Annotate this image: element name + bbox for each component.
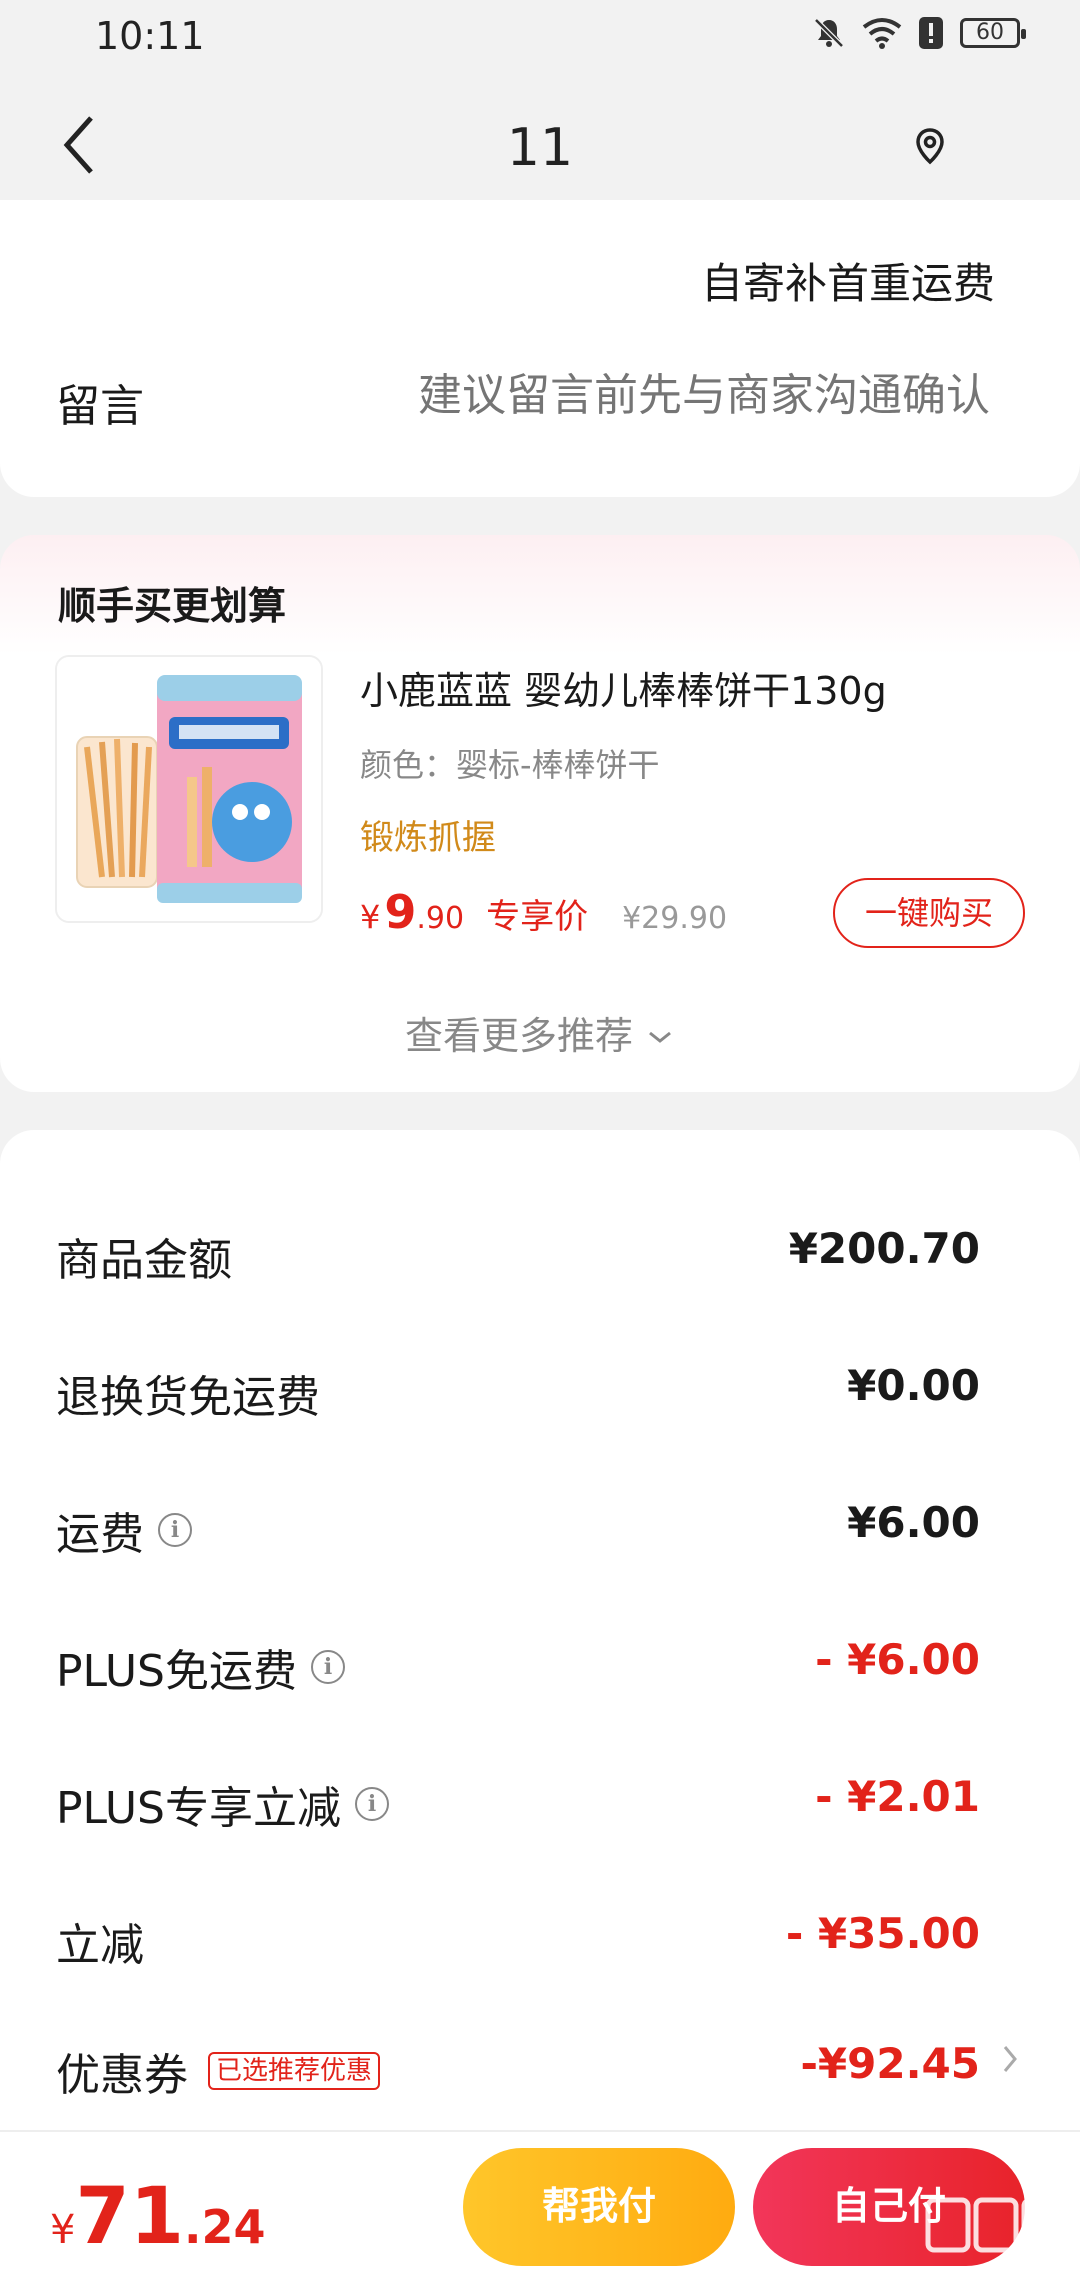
location-pin-icon[interactable]: [910, 126, 950, 166]
fee-label-goods: 商品金额: [56, 1235, 232, 1286]
fee-label-plus-free-ship: PLUS免运费: [56, 1646, 297, 1697]
info-icon[interactable]: i: [158, 1513, 192, 1547]
fee-label-return: 退换货免运费: [56, 1372, 320, 1423]
fee-value-coupon: -¥92.45: [800, 2039, 980, 2088]
mute-bell-icon: [814, 18, 844, 48]
watermark-logo: [925, 2197, 1063, 2253]
product-tag: 锻炼抓握: [360, 818, 496, 858]
total-integer: 71: [75, 2172, 184, 2262]
product-name[interactable]: 小鹿蓝蓝 婴幼儿棒棒饼干130g: [360, 660, 887, 715]
battery-icon: 60: [960, 18, 1026, 48]
fee-row-shipping: 运费 i ¥6.00: [0, 1484, 1080, 1564]
one-click-buy-button[interactable]: 一键购买: [833, 878, 1025, 948]
product-price: ¥ 9 .90 专享价 ¥29.90: [360, 885, 727, 939]
biscuit-can-image: [57, 657, 321, 921]
price-currency: ¥: [360, 898, 381, 936]
order-info-card: 自寄补首重运费 留言: [0, 200, 1080, 497]
more-recommend-link[interactable]: 查看更多推荐: [0, 1005, 1080, 1060]
info-icon[interactable]: i: [355, 1787, 389, 1821]
original-price: ¥29.90: [622, 901, 728, 936]
fee-row-plus-free-ship: PLUS免运费 i - ¥6.00: [0, 1621, 1080, 1701]
chevron-right-icon[interactable]: [1000, 2041, 1020, 2077]
fee-row-plus-discount: PLUS专享立减 i - ¥2.01: [0, 1758, 1080, 1838]
coupon-badge: 已选推荐优惠: [208, 2052, 381, 2090]
recommend-title: 顺手买更划算: [58, 584, 287, 628]
fee-value-plus-free-ship: - ¥6.00: [815, 1635, 980, 1684]
shipping-note: 自寄补首重运费: [700, 259, 995, 308]
fee-value-discount: - ¥35.00: [785, 1909, 980, 1958]
fee-label-coupon: 优惠券: [56, 2050, 188, 2101]
status-time: 10:11: [95, 14, 205, 58]
fee-value-plus-discount: - ¥2.01: [815, 1772, 980, 1821]
more-recommend-label: 查看更多推荐: [404, 1014, 633, 1058]
fee-value-return: ¥0.00: [847, 1361, 980, 1410]
total-decimal: .24: [184, 2200, 266, 2254]
total-currency: ¥: [50, 2207, 76, 2253]
fee-row-discount: 立减 - ¥35.00: [0, 1895, 1080, 1975]
fee-row-return: 退换货免运费 ¥0.00: [0, 1347, 1080, 1427]
fee-value-goods: ¥200.70: [788, 1224, 980, 1273]
chevron-down-icon: [649, 1031, 671, 1043]
fee-row-coupon[interactable]: 优惠券 已选推荐优惠 -¥92.45: [0, 2025, 1080, 2105]
wifi-icon: [862, 18, 902, 49]
product-variant: 颜色：婴标-棒棒饼干: [360, 746, 660, 784]
price-label: 专享价: [486, 897, 589, 937]
alert-icon: [919, 17, 943, 49]
product-image[interactable]: [55, 655, 323, 923]
price-decimal: .90: [416, 901, 465, 936]
status-icons: 60: [812, 16, 1026, 50]
fee-summary-card: 商品金额 ¥200.70 退换货免运费 ¥0.00 运费 i ¥6.00 PLU…: [0, 1130, 1080, 2130]
status-bar: 10:11 60: [0, 0, 1080, 80]
fee-label-shipping: 运费: [56, 1509, 144, 1560]
fee-row-goods: 商品金额 ¥200.70: [0, 1210, 1080, 1290]
fee-value-shipping: ¥6.00: [847, 1498, 980, 1547]
recommend-card: 顺手买更划算 小鹿蓝蓝 婴幼儿棒棒饼干130g 颜色：婴标-棒棒饼干 锻炼抓握 …: [0, 535, 1080, 1092]
help-pay-button[interactable]: 帮我付: [463, 2148, 735, 2266]
fee-label-plus-discount: PLUS专享立减: [56, 1783, 341, 1834]
title-bar: 11: [0, 80, 1080, 210]
message-input[interactable]: [290, 370, 990, 421]
message-label: 留言: [56, 381, 144, 432]
bottom-pay-bar: ¥ 71 .24 帮我付 自己付: [0, 2130, 1080, 2280]
total-price: ¥ 71 .24: [50, 2172, 266, 2262]
order-confirm-page: 10:11 60 11 自寄补首重运费 留言 建议留言前先与商家沟通确认 顺手买…: [0, 0, 1080, 2280]
fee-label-discount: 立减: [56, 1920, 144, 1971]
price-integer: 9: [384, 885, 417, 939]
info-icon[interactable]: i: [311, 1650, 345, 1684]
